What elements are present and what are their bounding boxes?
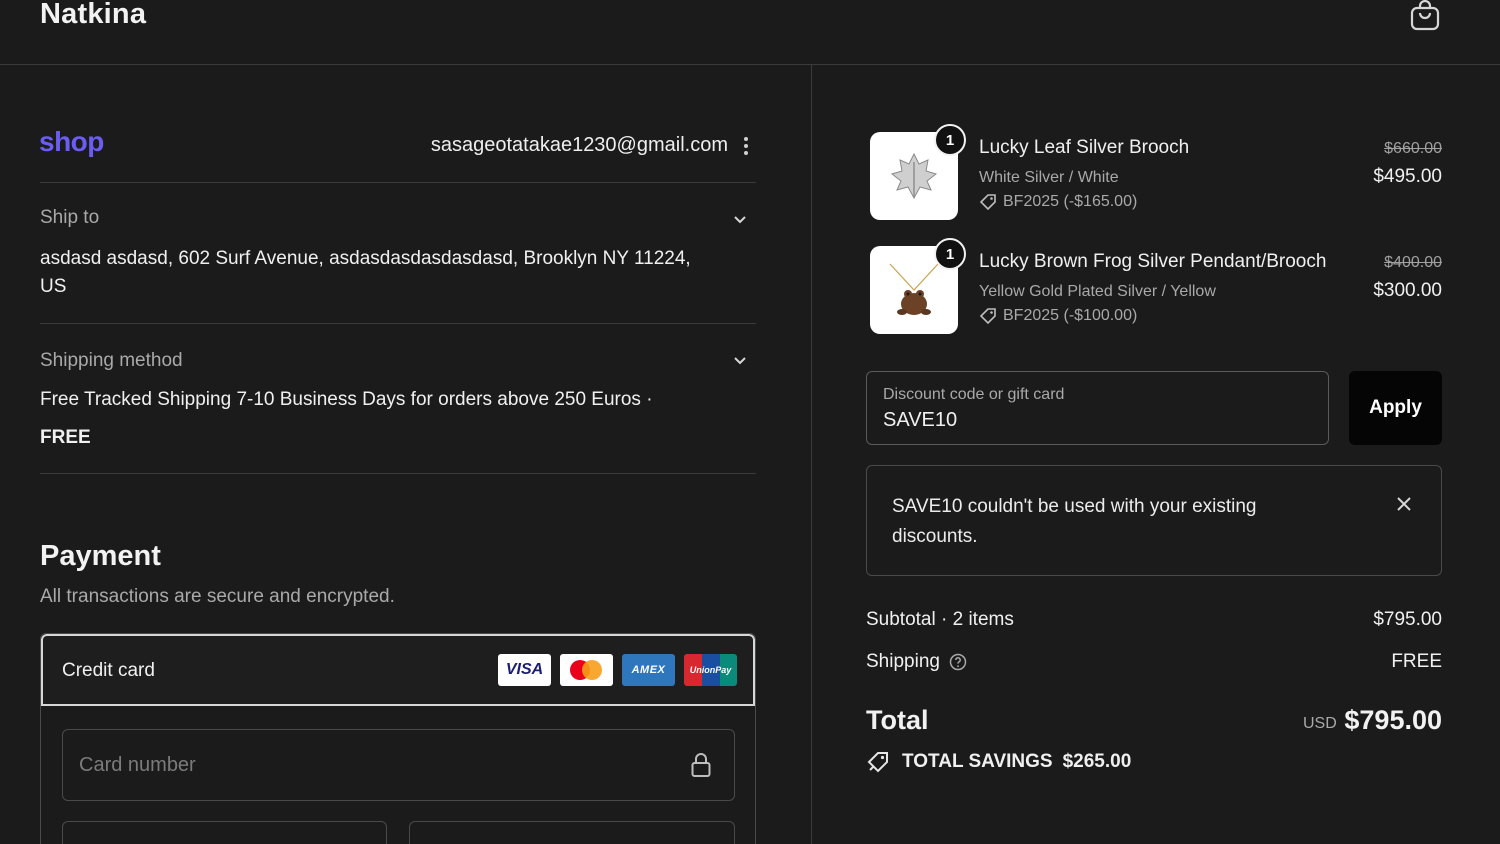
- discount-error-notice: SAVE10 couldn't be used with your existi…: [866, 465, 1442, 576]
- amex-logo: AMEX: [622, 654, 675, 686]
- shipping-label: Shipping: [866, 651, 967, 673]
- ship-to-label: Ship to: [40, 207, 100, 228]
- order-item: 1 Lucky Leaf Silver Brooch White Silver …: [870, 124, 1442, 222]
- payment-title: Payment: [40, 540, 161, 572]
- chevron-down-icon[interactable]: [733, 356, 747, 366]
- divider: [40, 182, 756, 183]
- mastercard-logo: [560, 654, 613, 686]
- credit-card-option[interactable]: Credit card VISA AMEX UnionPay: [41, 634, 755, 706]
- frog-pendant-image: [889, 263, 939, 315]
- shipping-method-label: Shipping method: [40, 350, 183, 371]
- shipping-label-text: Shipping: [866, 651, 940, 672]
- item-variant: Yellow Gold Plated Silver / Yellow: [979, 283, 1216, 300]
- item-price: $300.00: [1373, 280, 1442, 301]
- order-item: 1 Lucky Brown Frog Silver Pendant/Brooch…: [870, 238, 1442, 336]
- item-price: $495.00: [1373, 166, 1442, 187]
- account-email: sasageotatakae1230@gmail.com: [430, 134, 728, 156]
- quantity-badge: 1: [934, 124, 966, 156]
- divider: [40, 473, 756, 474]
- original-price: $660.00: [1384, 140, 1442, 157]
- column-divider: [811, 65, 812, 844]
- item-discount-text: BF2025 (-$165.00): [1003, 193, 1138, 210]
- chevron-down-icon[interactable]: [733, 215, 747, 225]
- item-name: Lucky Leaf Silver Brooch: [979, 137, 1190, 158]
- close-icon[interactable]: [1395, 495, 1413, 513]
- item-discount: BF2025 (-$165.00): [979, 193, 1137, 211]
- item-name: Lucky Brown Frog Silver Pendant/Brooch: [979, 251, 1327, 272]
- discount-code-label: Discount code or gift card: [883, 386, 1065, 403]
- total-label: Total: [866, 705, 929, 735]
- savings-tag-icon: [867, 752, 888, 773]
- unionpay-logo: UnionPay: [684, 654, 737, 686]
- original-price: $400.00: [1384, 254, 1442, 271]
- savings-value: $265.00: [1062, 751, 1132, 772]
- store-name[interactable]: Natkina: [40, 0, 146, 31]
- credit-card-section: Credit card VISA AMEX UnionPay: [40, 633, 756, 844]
- item-variant: White Silver / White: [979, 169, 1119, 186]
- subtotal-label: Subtotal · 2 items: [866, 609, 1014, 631]
- item-discount: BF2025 (-$100.00): [979, 307, 1137, 325]
- visa-logo: VISA: [498, 654, 551, 686]
- total-currency: USD: [1303, 715, 1337, 732]
- card-brand-logos: VISA AMEX UnionPay: [498, 654, 737, 688]
- shop-pay-logo: shop: [39, 126, 104, 157]
- tag-icon: [979, 308, 996, 325]
- subtotal-label-text: Subtotal · 2 items: [866, 609, 1014, 630]
- card-number-input[interactable]: [79, 750, 639, 780]
- more-options-icon[interactable]: [742, 137, 750, 159]
- discount-code-field[interactable]: Discount code or gift card SAVE10: [866, 371, 1329, 445]
- security-code-field[interactable]: [409, 821, 735, 844]
- shipping-method-description: Free Tracked Shipping 7-10 Business Days…: [40, 389, 653, 410]
- subtotal-value: $795.00: [1373, 609, 1442, 630]
- item-discount-text: BF2025 (-$100.00): [1003, 307, 1138, 324]
- savings-label: TOTAL SAVINGS: [902, 751, 1053, 772]
- leaf-brooch-image: [890, 152, 938, 200]
- header: Natkina: [0, 0, 1500, 65]
- quantity-badge: 1: [934, 238, 966, 270]
- shipping-method-price: FREE: [40, 427, 91, 448]
- total-value: $795.00: [1344, 705, 1442, 735]
- divider: [40, 323, 756, 324]
- lock-icon: [691, 753, 711, 777]
- card-number-field[interactable]: [62, 729, 735, 801]
- payment-subtitle: All transactions are secure and encrypte…: [40, 586, 395, 607]
- expiration-date-field[interactable]: [62, 821, 387, 844]
- ship-to-address: asdasd asdasd, 602 Surf Avenue, asdasdas…: [40, 248, 691, 297]
- discount-code-input[interactable]: SAVE10: [883, 409, 957, 432]
- credit-card-label: Credit card: [62, 660, 155, 681]
- shipping-value: FREE: [1391, 651, 1442, 672]
- apply-button[interactable]: Apply: [1349, 371, 1442, 445]
- discount-error-text: SAVE10 couldn't be used with your existi…: [892, 496, 1257, 547]
- tag-icon: [979, 194, 996, 211]
- total-savings: TOTAL SAVINGS $265.00: [866, 750, 1131, 774]
- help-icon[interactable]: [949, 653, 967, 671]
- shopping-bag-icon[interactable]: [1409, 0, 1441, 32]
